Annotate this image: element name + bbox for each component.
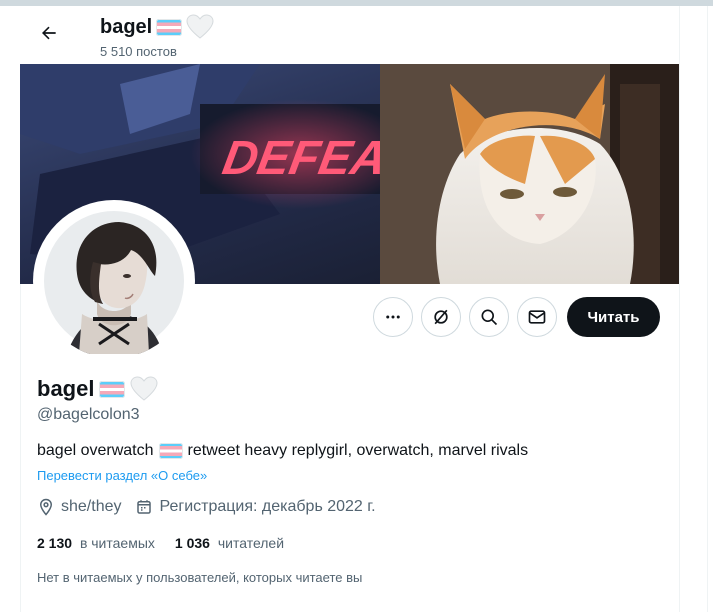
- header-name: bagel: [100, 14, 214, 40]
- header-display-name: bagel: [100, 15, 153, 38]
- bio-text-end: retweet heavy replygirl, overwatch, marv…: [187, 442, 529, 459]
- grok-icon: [434, 309, 448, 325]
- search-icon: [481, 309, 498, 326]
- followed-by-note: Нет в читаемых у пользователей, которых …: [37, 570, 363, 585]
- trans-flag-emoji: [156, 18, 183, 36]
- column-border-right: [679, 6, 680, 612]
- profile-stats: 2 130 в читаемых 1 036 читателей: [37, 535, 284, 551]
- following-stat[interactable]: 2 130 в читаемых: [37, 535, 155, 551]
- right-sidebar-edge: [707, 6, 713, 612]
- white-heart-emoji: [130, 376, 158, 401]
- profile-meta: she/they Регистрация: декабрь 2022 г.: [37, 498, 390, 516]
- search-button[interactable]: [469, 297, 509, 337]
- translate-bio-link[interactable]: Перевести раздел «О себе»: [37, 468, 207, 483]
- profile-handle: @bagelcolon3: [37, 406, 140, 423]
- back-button[interactable]: [32, 16, 66, 50]
- profile-header: bagel 5 510 постов: [20, 6, 679, 64]
- profile-bio: bagel overwatch retweet heavy replygirl,…: [37, 442, 528, 460]
- more-icon: [386, 315, 400, 319]
- followers-label: читателей: [217, 535, 285, 551]
- header-post-count: 5 510 постов: [100, 44, 177, 59]
- more-button[interactable]: [373, 297, 413, 337]
- profile-avatar[interactable]: [37, 204, 191, 358]
- followers-count: 1 036: [174, 535, 210, 551]
- bio-text-start: bagel overwatch: [37, 442, 154, 459]
- grok-button[interactable]: [421, 297, 461, 337]
- avatar-image: [40, 207, 188, 355]
- joined-item: Регистрация: декабрь 2022 г.: [135, 498, 376, 516]
- following-label: в читаемых: [79, 535, 155, 551]
- trans-flag-emoji: [99, 380, 126, 398]
- pronouns-item: she/they: [37, 498, 121, 516]
- trans-flag-emoji: [158, 443, 183, 459]
- profile-name-row: bagel: [37, 376, 158, 402]
- profile-display-name: bagel: [37, 376, 95, 401]
- calendar-icon: [137, 500, 152, 514]
- location-icon: [39, 498, 53, 516]
- pronouns-text: she/they: [61, 498, 122, 515]
- follow-button[interactable]: Читать: [567, 297, 660, 337]
- message-icon: [528, 310, 546, 324]
- joined-text: Регистрация: декабрь 2022 г.: [159, 498, 376, 515]
- white-heart-emoji: [186, 14, 214, 39]
- followers-stat[interactable]: 1 036 читателей: [175, 535, 284, 551]
- message-button[interactable]: [517, 297, 557, 337]
- following-count: 2 130: [37, 535, 73, 551]
- back-arrow-icon: [42, 26, 56, 40]
